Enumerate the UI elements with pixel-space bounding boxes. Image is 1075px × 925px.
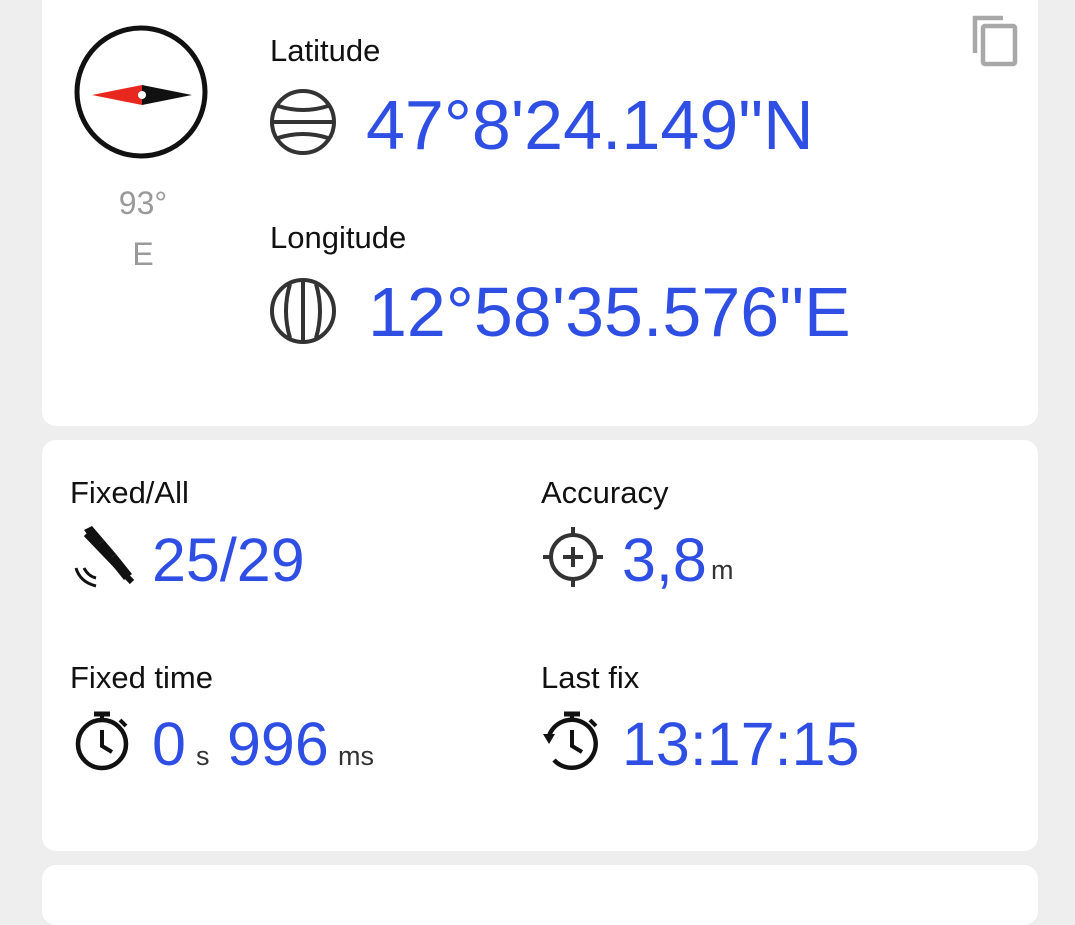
fixed-time-seconds: 0 [152,710,186,778]
fixed-time-ms-unit: ms [338,741,374,771]
fixed-all-label: Fixed/All [70,475,189,510]
heading-direction: E [132,236,154,272]
longitude-globe-icon [268,275,340,347]
last-fix-label: Last fix [541,660,640,695]
copy-icon[interactable] [969,13,1021,69]
accuracy-unit: m [711,555,734,585]
compass-icon [72,25,210,160]
latitude-label: Latitude [270,33,381,68]
satellite-icon [70,524,140,588]
crosshair-icon [540,524,606,590]
fixed-time-label: Fixed time [70,660,213,695]
longitude-value: 12°58'35.576"E [368,273,851,351]
fixed-all-value: 25/29 [152,526,305,594]
stopwatch-history-icon [540,708,606,774]
fixed-time-seconds-unit: s [196,741,210,771]
accuracy-label: Accuracy [541,475,669,510]
next-card [42,865,1038,925]
stopwatch-icon [70,708,136,774]
last-fix-value: 13:17:15 [622,710,860,778]
stats-card [42,440,1038,851]
latitude-value: 47°8'24.149"N [366,86,814,164]
latitude-globe-icon [268,86,340,158]
heading-degrees: 93° [118,185,168,221]
accuracy-value: 3,8 [622,526,707,594]
longitude-label: Longitude [270,220,407,255]
fixed-time-ms: 996 [227,710,329,778]
